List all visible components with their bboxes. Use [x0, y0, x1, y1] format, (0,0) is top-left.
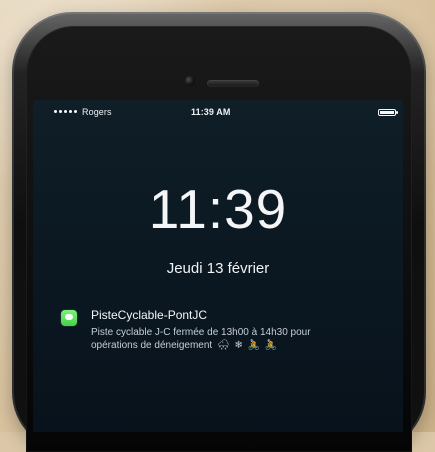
- signal-dot: [54, 110, 57, 113]
- battery-fill: [380, 111, 394, 114]
- status-bar: Rogers 11:39 AM: [33, 100, 403, 128]
- carrier-name: Rogers: [82, 107, 112, 117]
- notification-line-1: Piste cyclable J-C fermée de 13h00 à 14h…: [91, 327, 311, 338]
- status-time: 11:39 AM: [191, 107, 231, 117]
- signal-dot: [64, 110, 67, 113]
- speaker-grille: [207, 80, 259, 87]
- snowflake-emoji: ❄: [234, 340, 243, 351]
- messages-app-icon: [61, 310, 77, 326]
- signal-dot: [74, 110, 77, 113]
- front-camera-icon: [185, 76, 195, 86]
- notification-line-2: opérations de déneigement: [91, 340, 213, 351]
- bicyclist-emoji: 🚴: [247, 340, 261, 351]
- notification-card[interactable]: PisteCyclable-PontJC Piste cyclable J-C …: [61, 308, 381, 360]
- snow-cloud-emoji: 🌨: [216, 340, 230, 351]
- notification-title: PisteCyclable-PontJC: [91, 308, 208, 322]
- battery-icon: [378, 109, 398, 116]
- signal-dot: [59, 110, 62, 113]
- bicyclist-emoji: 🚴: [264, 340, 278, 351]
- lock-time: 11:39: [148, 178, 288, 240]
- signal-dot: [69, 110, 72, 113]
- signal-strength-icon: [54, 110, 77, 113]
- lock-screen: Rogers 11:39 AM 11:39 Jeudi 13 février P…: [33, 100, 403, 432]
- notification-body: Piste cyclable J-C fermée de 13h00 à 14h…: [91, 326, 381, 352]
- lock-date: Jeudi 13 février: [166, 260, 270, 277]
